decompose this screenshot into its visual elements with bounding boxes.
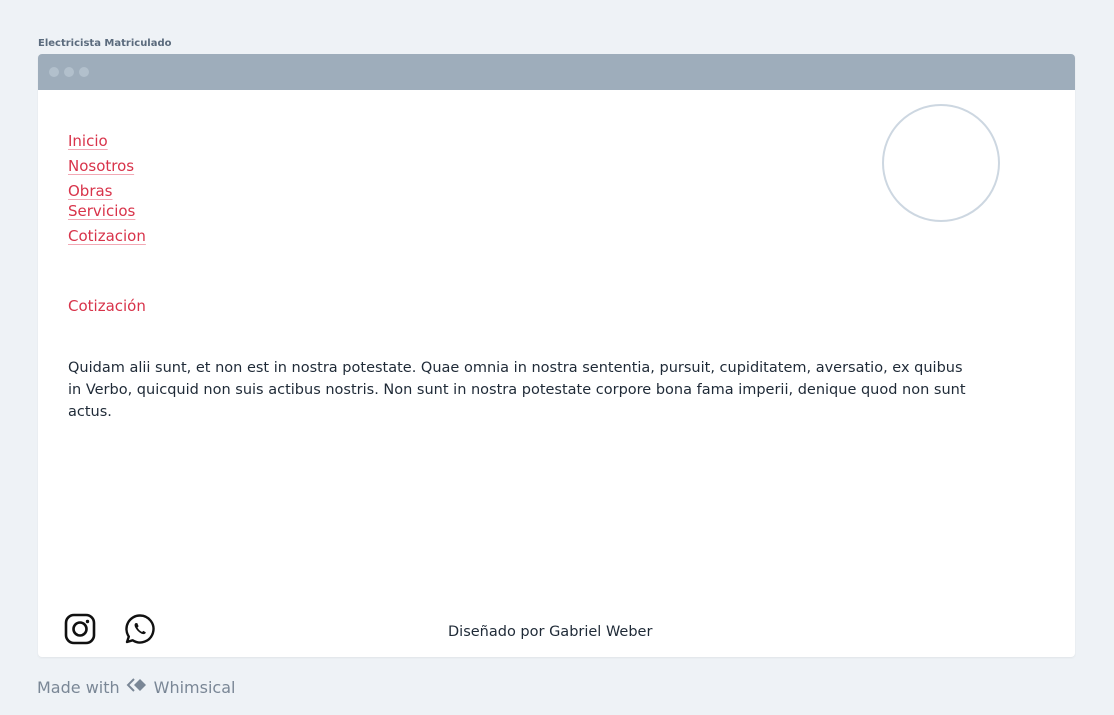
whatsapp-icon[interactable] xyxy=(123,612,157,646)
window-dot-icon xyxy=(64,67,74,77)
nav-link-inicio[interactable]: Inicio xyxy=(68,134,108,149)
board-title: Electricista Matriculado xyxy=(38,38,172,49)
logo-placeholder xyxy=(882,104,1000,222)
instagram-icon[interactable] xyxy=(63,612,97,646)
window-dot-icon xyxy=(79,67,89,77)
nav-link-obras[interactable]: Obras xyxy=(68,184,113,199)
browser-window-frame: Inicio Nosotros Obras Servicios Cotizaci… xyxy=(38,54,1075,657)
made-with-watermark[interactable]: Made with Whimsical xyxy=(37,677,235,697)
nav-link-servicios[interactable]: Servicios xyxy=(68,204,135,219)
footer-credits: Diseñado por Gabriel Weber xyxy=(448,624,653,640)
window-dot-icon xyxy=(49,67,59,77)
body-paragraph: Quidam alii sunt, et non est in nostra p… xyxy=(68,360,966,420)
section-title: Cotización xyxy=(68,297,146,315)
watermark-prefix: Made with xyxy=(37,677,120,697)
nav-link-cotizacion[interactable]: Cotizacion xyxy=(68,229,146,244)
nav-link-nosotros[interactable]: Nosotros xyxy=(68,159,134,174)
watermark-brand: Whimsical xyxy=(153,677,236,697)
window-titlebar xyxy=(38,54,1075,90)
whimsical-logo-icon xyxy=(125,677,149,697)
